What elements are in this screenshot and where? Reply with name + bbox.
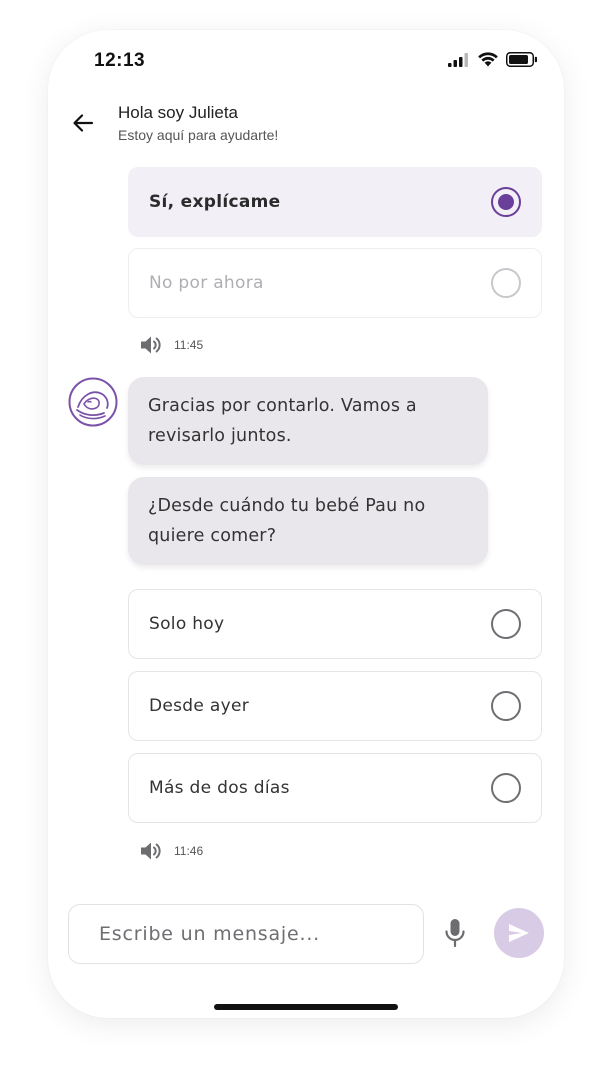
option-desde-ayer[interactable]: Desde ayer <box>128 671 542 741</box>
option-solo-hoy[interactable]: Solo hoy <box>128 589 542 659</box>
battery-icon <box>506 52 537 67</box>
status-time: 12:13 <box>94 50 146 71</box>
radio-unselected-icon <box>491 773 521 803</box>
microphone-icon <box>445 919 465 948</box>
microphone-button[interactable] <box>438 916 472 950</box>
radio-selected-icon <box>491 187 521 217</box>
message-meta: 11:46 <box>140 841 203 861</box>
option-label: Sí, explícame <box>149 192 281 212</box>
radio-unselected-icon <box>491 609 521 639</box>
radio-unselected-icon <box>491 691 521 721</box>
assistant-avatar <box>68 377 118 427</box>
wifi-icon <box>478 52 498 67</box>
radio-unselected-icon <box>491 268 521 298</box>
speaker-icon[interactable] <box>140 335 162 355</box>
home-indicator[interactable] <box>214 1004 398 1010</box>
chat-subtitle: Estoy aquí para ayudarte! <box>118 127 279 143</box>
option-label: No por ahora <box>149 273 264 293</box>
message-meta: 11:45 <box>140 335 203 355</box>
send-button[interactable] <box>494 908 544 958</box>
message-input[interactable] <box>68 904 424 964</box>
back-button[interactable] <box>68 108 98 138</box>
phone-screen: 12:13 Hola soy Julieta Estoy aquí para a… <box>48 30 564 1018</box>
signal-icon <box>448 52 468 67</box>
option-label: Solo hoy <box>149 614 225 634</box>
option-no-por-ahora[interactable]: No por ahora <box>128 248 542 318</box>
send-icon <box>509 924 529 942</box>
chat-title: Hola soy Julieta <box>118 103 239 122</box>
speaker-icon[interactable] <box>140 841 162 861</box>
arrow-left-icon <box>73 114 94 132</box>
assistant-message: ¿Desde cuándo tu bebé Pau no quiere come… <box>128 477 488 565</box>
option-label: Más de dos días <box>149 778 290 798</box>
assistant-message: Gracias por contarlo. Vamos a revisarlo … <box>128 377 488 465</box>
option-mas-de-dos-dias[interactable]: Más de dos días <box>128 753 542 823</box>
status-icons <box>448 52 538 67</box>
timestamp: 11:45 <box>174 338 204 352</box>
option-si-explicame[interactable]: Sí, explícame <box>128 167 542 237</box>
timestamp: 11:46 <box>174 844 204 858</box>
option-label: Desde ayer <box>149 696 249 716</box>
